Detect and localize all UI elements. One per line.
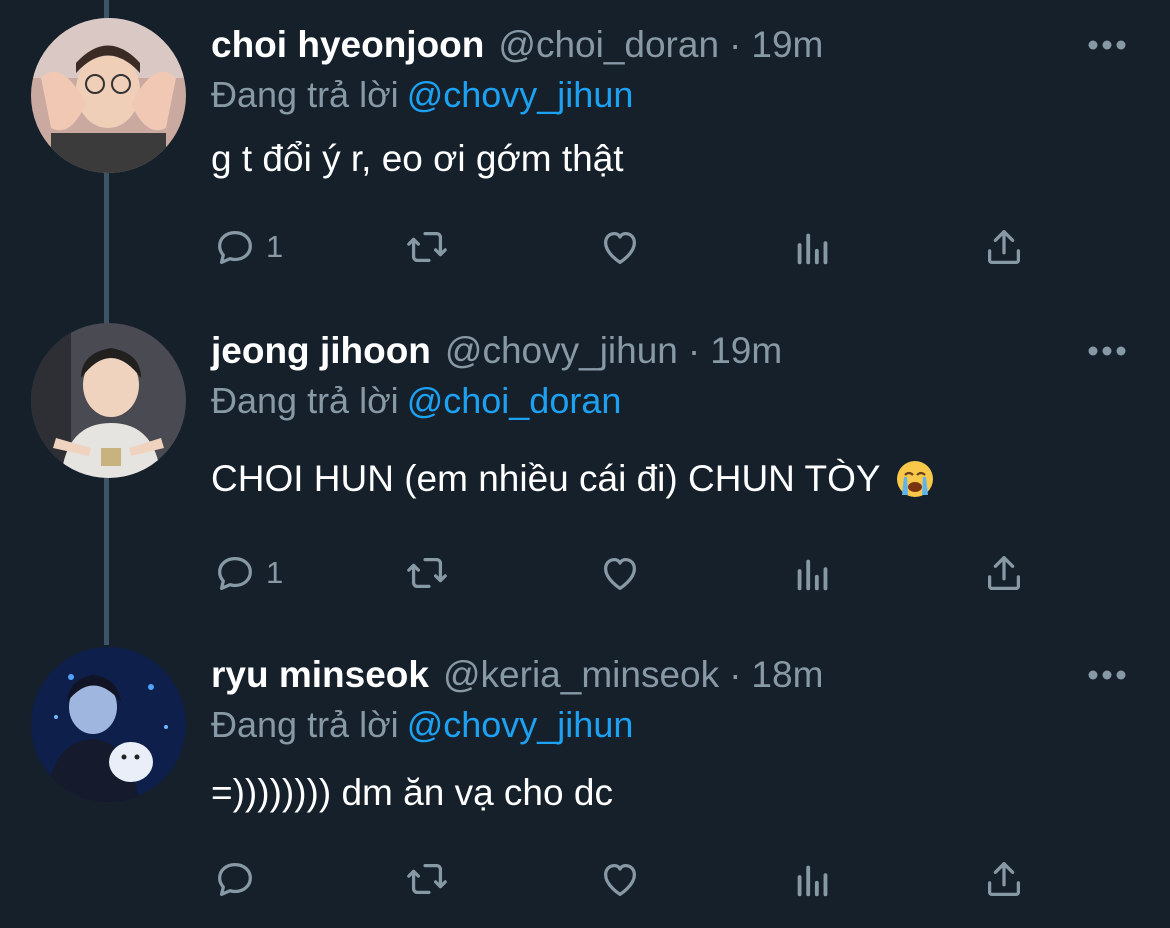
timestamp[interactable]: 19m: [710, 321, 782, 381]
retweet-icon: [407, 557, 447, 589]
tweet-text-content: =)))))))) dm ăn vạ cho dc: [211, 772, 613, 813]
separator: ·: [687, 330, 701, 371]
separator: ·: [729, 24, 742, 65]
share-upload-icon: [987, 862, 1021, 896]
separator: ·: [729, 654, 742, 695]
like-button[interactable]: [597, 853, 643, 905]
heart-icon: [603, 231, 637, 264]
retweet-icon: [407, 863, 447, 895]
tweet-actions: 1: [0, 221, 1170, 273]
share-upload-icon: [987, 556, 1021, 590]
tweet-text: g t đổi ý r, eo ơi gớm thật: [211, 129, 624, 189]
tweet[interactable]: ryu minseok @keria_minseok · 18m Đang tr…: [0, 645, 1170, 928]
heart-icon: [603, 557, 637, 590]
tweet-header: choi hyeonjoon @choi_doran · 19m: [211, 15, 823, 75]
replying-to-label: Đang trả lời: [211, 74, 399, 115]
retweet-icon: [407, 231, 447, 263]
tweet-actions: 1: [0, 547, 1170, 599]
avatar[interactable]: [31, 647, 186, 802]
tweet-text: =)))))))) dm ăn vạ cho dc: [211, 763, 613, 823]
analytics-button[interactable]: [790, 221, 836, 273]
loudly-crying-face-emoji: [896, 461, 933, 497]
heart-icon: [603, 863, 637, 896]
display-name[interactable]: ryu minseok: [211, 645, 429, 705]
mention-link[interactable]: @choi_doran: [407, 380, 622, 421]
display-name[interactable]: choi hyeonjoon: [211, 15, 484, 75]
more-options-button[interactable]: [1082, 25, 1132, 65]
avatar[interactable]: [31, 323, 186, 478]
replying-to-line: Đang trả lời @chovy_jihun: [211, 697, 633, 753]
tweet-text-content: g t đổi ý r, eo ơi gớm thật: [211, 138, 624, 179]
share-button[interactable]: [981, 547, 1027, 599]
reply-bubble-icon: [218, 556, 252, 590]
replying-to-line: Đang trả lời @choi_doran: [211, 373, 621, 429]
replying-to-label: Đang trả lời: [211, 704, 399, 745]
tweet-text-content: CHOI HUN (em nhiều cái đi) CHUN TÒY: [211, 458, 881, 499]
user-handle[interactable]: @keria_minseok: [443, 645, 719, 705]
user-handle[interactable]: @chovy_jihun: [445, 321, 678, 381]
tweet-text: CHOI HUN (em nhiều cái đi) CHUN TÒY: [211, 449, 935, 509]
retweet-button[interactable]: [404, 853, 450, 905]
replying-to-line: Đang trả lời @chovy_jihun: [211, 67, 633, 123]
timestamp[interactable]: 19m: [751, 15, 823, 75]
reply-button[interactable]: [212, 853, 266, 905]
avatar[interactable]: [31, 18, 186, 173]
analytics-bars-icon: [797, 865, 828, 897]
more-dots-icon: [1088, 40, 1126, 50]
like-button[interactable]: [597, 221, 643, 273]
like-button[interactable]: [597, 547, 643, 599]
analytics-button[interactable]: [790, 547, 836, 599]
display-name[interactable]: jeong jihoon: [211, 321, 431, 381]
tweet[interactable]: choi hyeonjoon @choi_doran · 19m Đang tr…: [0, 15, 1170, 305]
reply-button[interactable]: 1: [212, 547, 283, 599]
reply-thread: choi hyeonjoon @choi_doran · 19m Đang tr…: [0, 0, 1170, 928]
retweet-button[interactable]: [404, 547, 450, 599]
mention-link[interactable]: @chovy_jihun: [407, 74, 634, 115]
share-upload-icon: [987, 230, 1021, 264]
more-options-button[interactable]: [1082, 331, 1132, 371]
tweet-header: jeong jihoon @chovy_jihun · 19m: [211, 321, 782, 381]
reply-button[interactable]: 1: [212, 221, 283, 273]
reply-bubble-icon: [218, 230, 252, 264]
analytics-bars-icon: [797, 559, 828, 591]
reply-count: 1: [266, 229, 284, 264]
more-dots-icon: [1088, 670, 1126, 680]
tweet-header: ryu minseok @keria_minseok · 18m: [211, 645, 823, 705]
reply-bubble-icon: [218, 862, 252, 896]
tweet[interactable]: jeong jihoon @chovy_jihun · 19m Đang trả…: [0, 321, 1170, 621]
analytics-button[interactable]: [790, 853, 836, 905]
mention-link[interactable]: @chovy_jihun: [407, 704, 634, 745]
retweet-button[interactable]: [404, 221, 450, 273]
timestamp[interactable]: 18m: [751, 645, 823, 705]
reply-count: 1: [266, 555, 284, 590]
user-handle[interactable]: @choi_doran: [498, 15, 719, 75]
more-options-button[interactable]: [1082, 655, 1132, 695]
replying-to-label: Đang trả lời: [211, 380, 399, 421]
more-dots-icon: [1088, 346, 1126, 356]
share-button[interactable]: [981, 221, 1027, 273]
analytics-bars-icon: [797, 233, 828, 265]
share-button[interactable]: [981, 853, 1027, 905]
tweet-actions: [0, 853, 1170, 905]
